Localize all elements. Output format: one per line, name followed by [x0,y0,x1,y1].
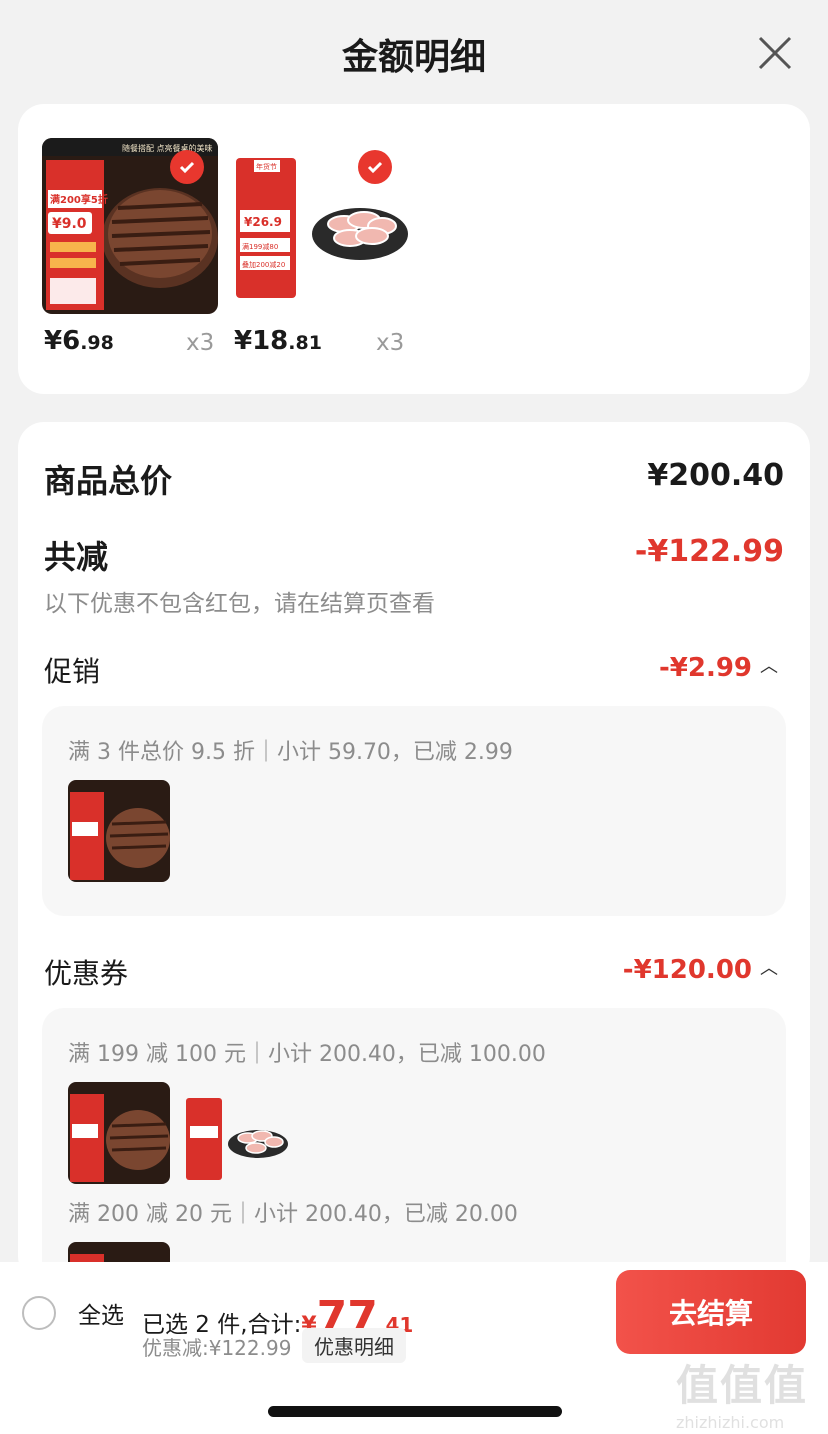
reduce-label: 共减 [44,538,109,576]
lamb-price-tag: ¥26.9 [244,215,282,229]
coupon-value-toggle[interactable]: -¥120.00 ︿ [623,954,778,985]
discount-amount: 优惠减:¥122.99 [142,1336,292,1360]
amount-detail-sheet: 金额明细 随餐搭配 点亮餐桌的美味 满200享5折 ¥9.0 ¥6.98 x3 … [0,0,828,1434]
coupon-product-thumb-lamb[interactable] [184,1092,294,1184]
steak-badge-text: 满200享5折 [50,193,108,206]
close-icon[interactable] [754,32,796,74]
lamb-thumb-image [184,1092,294,1184]
lamb-tag-1: 满199减80 [242,242,278,251]
promotion-product-thumb[interactable] [68,780,170,882]
select-all-label[interactable]: 全选 [78,1296,124,1330]
product-check-lamb[interactable] [358,150,392,184]
product-check-steak[interactable] [170,150,204,184]
promotion-label: 促销 [44,655,101,688]
reduce-value: -¥122.99 [634,534,784,569]
product-card: 随餐搭配 点亮餐桌的美味 满200享5折 ¥9.0 ¥6.98 x3 年货节 ¥… [18,104,810,394]
total-price-value: ¥200.40 [647,458,784,493]
promotion-rule-box: 满 3 件总价 9.5 折｜小计 59.70，已减 2.99 [42,706,786,916]
product-qty-lamb: x3 [376,330,405,356]
promotion-value-toggle[interactable]: -¥2.99 ︿ [659,652,778,683]
price-summary-card: 商品总价 ¥200.40 共减 -¥122.99 以下优惠不包含红包，请在结算页… [18,422,810,1344]
check-icon [179,161,195,174]
coupon-rule-text-2: 满 200 减 20 元｜小计 200.40，已减 20.00 [68,1202,518,1227]
checkout-button[interactable]: 去结算 [616,1270,806,1354]
discount-note: 以下优惠不包含红包，请在结算页查看 [44,591,435,617]
watermark-logo: 值值值 zhizhizhi.com [676,1361,809,1432]
product-price-lamb: ¥18.81 [234,326,322,356]
check-icon [367,161,383,174]
select-all-radio[interactable] [22,1296,56,1330]
discount-detail-button[interactable]: 优惠明细 [302,1328,406,1363]
page-title: 金额明细 [341,37,486,78]
product-qty-steak: x3 [186,330,215,356]
lamb-tag-2: 叠加200减20 [242,260,285,269]
coupon-label: 优惠券 [44,957,129,990]
steak-thumb-image [68,780,170,882]
product-price-steak: ¥6.98 [44,326,114,356]
steak-thumb-image [68,1082,170,1184]
total-price-label: 商品总价 [44,462,173,500]
promotion-rule-text: 满 3 件总价 9.5 折｜小计 59.70，已减 2.99 [68,740,513,765]
steak-price-tag: ¥9.0 [52,216,87,232]
lamb-banner-text: 年货节 [256,162,277,171]
sheet-header: 金额明细 [0,0,828,100]
chevron-up-icon: ︿ [760,656,778,677]
steak-banner-text: 随餐搭配 点亮餐桌的美味 [122,143,213,153]
home-indicator[interactable] [268,1406,562,1417]
chevron-up-icon: ︿ [760,958,778,979]
coupon-product-thumb-steak[interactable] [68,1082,170,1184]
coupon-rule-text-1: 满 199 减 100 元｜小计 200.40，已减 100.00 [68,1042,546,1067]
